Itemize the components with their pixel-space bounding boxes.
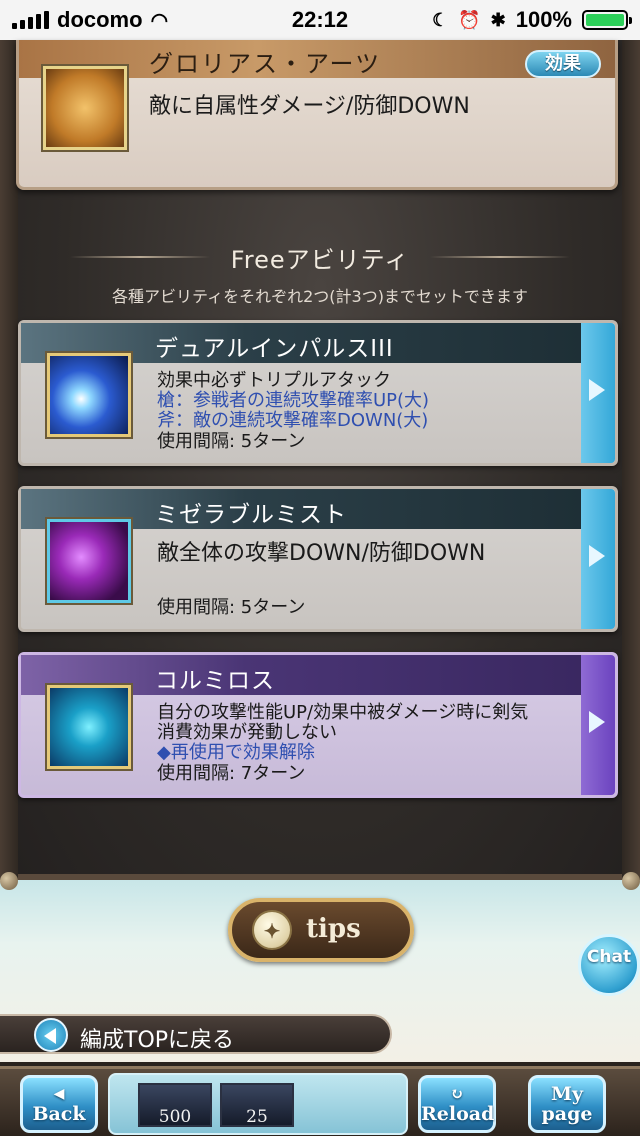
arrow-left-icon: [34, 1018, 68, 1052]
item-slot[interactable]: 500: [138, 1083, 212, 1127]
tips-button[interactable]: ✦ tips: [228, 898, 414, 962]
chevron-right-icon: [589, 379, 605, 401]
ability-icon: [47, 353, 131, 437]
moon-icon: ☾: [432, 9, 449, 30]
back-label: Back: [32, 1103, 86, 1125]
back-button[interactable]: ◀ Back: [20, 1075, 98, 1133]
tips-label: tips: [306, 914, 361, 944]
ability-detail-tab[interactable]: [581, 323, 615, 463]
back-to-top-button[interactable]: 編成TOPに戻る: [0, 1014, 392, 1054]
ability-icon: [47, 519, 131, 603]
effect-line: 消費効果が発動しない: [157, 722, 337, 743]
ability-description: 敵に自属性ダメージ/防御DOWN: [149, 94, 470, 119]
item-tray: 500 25: [108, 1073, 408, 1135]
ability-detail-tab[interactable]: [581, 489, 615, 629]
effect-line: 自分の攻撃性能UP/効果中被ダメージ時に剣気: [157, 702, 529, 723]
clock: 22:12: [291, 7, 349, 32]
battery-percent: 100%: [515, 7, 572, 32]
mypage-label-line2: page: [541, 1103, 593, 1125]
alarm-icon: ⏰: [458, 9, 481, 30]
rivet-icon: [622, 872, 640, 890]
cooldown-label: 使用間隔: 5ターン: [157, 597, 306, 618]
ability-effects: 自分の攻撃性能UP/効果中被ダメージ時に剣気 消費効果が発動しない ◆再使用で効…: [157, 703, 587, 763]
mypage-label-line1: My: [550, 1083, 584, 1105]
reload-label: Reload: [421, 1103, 495, 1125]
ability-icon: [43, 66, 127, 150]
ability-effects: 敵全体の攻撃DOWN/防御DOWN: [157, 541, 587, 567]
reload-button[interactable]: ↻ Reload: [418, 1075, 496, 1133]
item-slot[interactable]: 25: [220, 1083, 294, 1127]
ability-title: グロリアス・アーツ: [149, 50, 382, 78]
rivet-icon: [0, 872, 18, 890]
back-to-top-label: 編成TOPに戻る: [80, 1028, 235, 1053]
item-count: 25: [246, 1107, 268, 1127]
battery-icon: [582, 10, 632, 30]
cooldown-label: 使用間隔: 5ターン: [157, 431, 306, 452]
bluetooth-icon: ✱: [490, 9, 506, 30]
section-title: Freeアビリティ: [0, 240, 640, 275]
bottom-nav: ◀ Back 500 25 ↻ Reload My page: [0, 1066, 640, 1136]
ability-card-gloria[interactable]: グロリアス・アーツ 効果 敵に自属性ダメージ/防御DOWN: [16, 40, 618, 190]
item-count: 500: [158, 1107, 192, 1127]
chat-label: Chat: [586, 947, 632, 967]
refresh-icon: ↻: [450, 1084, 464, 1103]
effect-button[interactable]: 効果: [525, 50, 601, 78]
ability-name: コルミロス: [155, 668, 275, 694]
ability-icon: [47, 685, 131, 769]
chat-button[interactable]: Chat: [578, 934, 640, 996]
status-bar: docomo ◠ 22:12 ☾ ⏰ ✱ 100%: [0, 0, 640, 40]
effect-line: 槍：参戦者の連続攻撃確率UP(大): [157, 390, 430, 411]
ability-effects: 効果中必ずトリプルアタック 槍：参戦者の連続攻撃確率UP(大) 斧：敵の連続攻撃…: [157, 371, 587, 431]
ability-name: ミゼラブルミスト: [155, 502, 347, 528]
lightbulb-icon: ✦: [252, 910, 292, 950]
cooldown-label: 使用間隔: 7ターン: [157, 763, 306, 784]
section-subtitle: 各種アビリティをそれぞれ2つ(計3つ)までセットできます: [112, 287, 528, 306]
chevron-right-icon: [589, 711, 605, 733]
ability-name: デュアルインパルスIII: [155, 336, 394, 362]
arrow-left-icon: ◀: [53, 1086, 65, 1102]
effect-line: 敵全体の攻撃DOWN/防御DOWN: [157, 541, 486, 566]
ability-card-miserable-mist[interactable]: ミゼラブルミスト 敵全体の攻撃DOWN/防御DOWN 使用間隔: 5ターン: [18, 486, 618, 632]
ability-detail-tab[interactable]: [581, 655, 615, 795]
chevron-right-icon: [589, 545, 605, 567]
effect-line: 効果中必ずトリプルアタック: [157, 370, 391, 391]
mypage-button[interactable]: My page: [528, 1075, 606, 1133]
ability-card-colmillos[interactable]: コルミロス 自分の攻撃性能UP/効果中被ダメージ時に剣気 消費効果が発動しない …: [18, 652, 618, 798]
ability-card-dual-impulse[interactable]: デュアルインパルスIII 効果中必ずトリプルアタック 槍：参戦者の連続攻撃確率U…: [18, 320, 618, 466]
